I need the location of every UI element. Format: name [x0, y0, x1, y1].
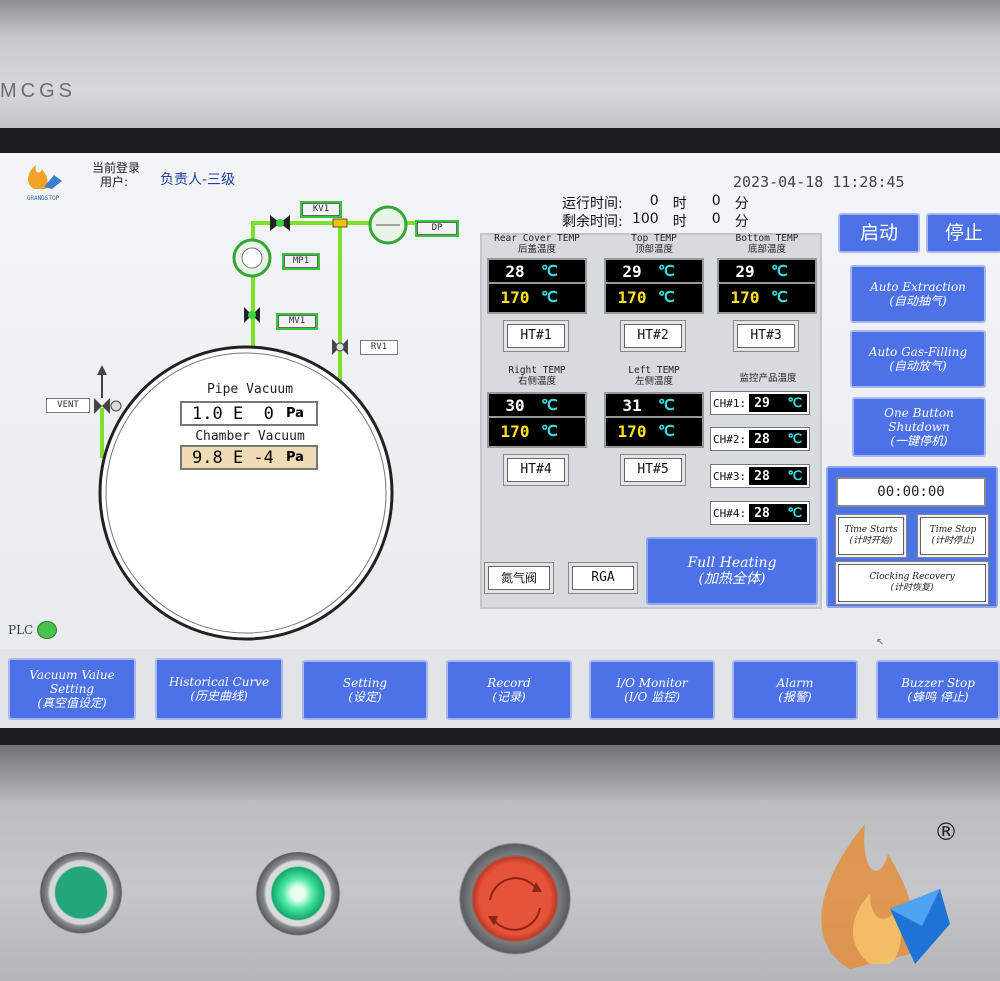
datetime: 2023-04-18 11:28:45 — [733, 173, 905, 191]
run-time-h-unit: 时 — [672, 196, 687, 212]
zone-rear-cover: Rear Cover TEMP 后盖温度 — [494, 233, 580, 255]
timer-display: 00:00:00 — [836, 477, 986, 507]
monitor-title: 监控产品温度 — [739, 373, 797, 384]
time-start-button[interactable]: Time Starts (计时开始) — [838, 517, 904, 555]
nav-io-monitor[interactable]: I/O Monitor (I/O 监控) — [589, 660, 715, 720]
ht5-button[interactable]: HT#5 — [624, 458, 682, 482]
nav-alarm[interactable]: Alarm (报警) — [732, 660, 858, 720]
zone-bottom-display: 29 ℃ 170 ℃ — [717, 258, 817, 314]
chamber-vacuum-display: 9.8 E -4 Pa — [180, 445, 318, 470]
pipe-vacuum-value: 1.0 E 0 — [192, 403, 274, 424]
logo-flame-icon — [28, 165, 62, 189]
channel-ch1: CH#1: 29 ℃ — [710, 391, 811, 415]
clocking-recovery-button[interactable]: Clocking Recovery (计时恢复) — [838, 564, 986, 602]
user-label: 用户: — [100, 175, 129, 189]
device-top-bezel — [0, 0, 1000, 130]
plc-label: PLC — [8, 623, 34, 637]
ht4-button[interactable]: HT#4 — [507, 458, 565, 482]
zone-rear-cover-display: 28 ℃ 170 ℃ — [487, 258, 587, 314]
channel-ch3: CH#3: 28 ℃ — [710, 464, 811, 488]
nav-record[interactable]: Record (记录) — [446, 660, 572, 720]
user-value[interactable]: 负责人-三级 — [160, 169, 235, 189]
valve-tag-rv1[interactable]: RV1 — [360, 340, 398, 355]
remain-time-m-unit: 分 — [734, 214, 749, 230]
nav-historical-curve[interactable]: Historical Curve (历史曲线) — [155, 658, 283, 720]
remain-time-hours: 100 — [631, 211, 659, 227]
ht1-button[interactable]: HT#1 — [507, 324, 565, 348]
auto-gas-filling-button[interactable]: Auto Gas-Filling (自动放气) — [850, 330, 986, 388]
pipe-vacuum-label: Pipe Vacuum — [206, 382, 294, 397]
nitrogen-valve-button[interactable]: 氮气阀 — [488, 566, 550, 590]
rga-button[interactable]: RGA — [572, 566, 634, 590]
run-time-m-unit: 分 — [734, 196, 749, 212]
nav-buzzer-stop[interactable]: Buzzer Stop (蜂鸣 停止) — [876, 660, 1000, 720]
device-ledge — [0, 745, 1000, 800]
nav-vacuum-value-setting[interactable]: Vacuum Value Setting (真空值设定) — [8, 658, 136, 720]
one-button-shutdown[interactable]: One Button Shutdown (一键停机) — [852, 397, 986, 457]
emergency-arrows-icon — [488, 877, 542, 931]
zone-right: Right TEMP 右侧温度 — [508, 365, 566, 387]
remain-time-h-unit: 时 — [672, 214, 687, 230]
zone-left-display: 31 ℃ 170 ℃ — [604, 392, 704, 448]
registered-mark: ® — [934, 818, 958, 846]
remain-time-label: 剩余时间: — [562, 214, 623, 230]
run-time-hours: 0 — [649, 193, 659, 209]
valve-tag-kv1[interactable]: KV1 — [300, 201, 342, 218]
full-heating-button[interactable]: Full Heating (加热全体) — [646, 537, 818, 605]
plc-status-icon — [37, 621, 57, 639]
pump-tag-dp[interactable]: DP — [415, 220, 459, 237]
nav-setting[interactable]: Setting (设定) — [302, 660, 428, 720]
run-time: 运行时间: 0 时 0 分 — [562, 193, 749, 213]
remain-time: 剩余时间: 100 时 0 分 — [562, 211, 749, 231]
run-time-minutes: 0 — [711, 193, 721, 209]
ht3-button[interactable]: HT#3 — [737, 324, 795, 348]
chamber-vacuum-value: 9.8 E -4 — [192, 447, 274, 468]
stop-button[interactable]: 停止 — [926, 213, 1000, 253]
zone-right-display: 30 ℃ 170 ℃ — [487, 392, 587, 448]
channel-ch2: CH#2: 28 ℃ — [710, 427, 811, 451]
zone-top: Top TEMP 顶部温度 — [631, 233, 677, 255]
channel-ch4: CH#4: 28 ℃ — [710, 501, 811, 525]
ht2-button[interactable]: HT#2 — [624, 324, 682, 348]
green-push-button-illuminated[interactable] — [252, 852, 344, 944]
zone-top-display: 29 ℃ 170 ℃ — [604, 258, 704, 314]
start-button[interactable]: 启动 — [838, 213, 920, 253]
valve-tag-vent[interactable]: VENT — [46, 398, 90, 413]
time-stop-button[interactable]: Time Stop (计时停止) — [920, 517, 986, 555]
emergency-stop-button[interactable] — [452, 842, 578, 968]
pipe-vacuum-display: 1.0 E 0 Pa — [180, 401, 318, 426]
chamber-vacuum-unit: Pa — [286, 450, 304, 465]
zone-bottom: Bottom TEMP 底部温度 — [735, 233, 799, 255]
run-time-label: 运行时间: — [562, 196, 623, 212]
brand-label: MCGS — [0, 80, 76, 102]
green-push-button-1[interactable] — [36, 852, 126, 942]
hmi-screen: GRANDSTOP 当前登录 用户: 负责人-三级 2023-04-18 11:… — [0, 153, 1000, 728]
pump-tag-mp1[interactable]: MP1 — [282, 253, 320, 270]
zone-left: Left TEMP 左侧温度 — [628, 365, 680, 387]
remain-time-minutes: 0 — [711, 211, 721, 227]
cursor-icon: ↖ — [876, 637, 885, 648]
valve-tag-mv1[interactable]: MV1 — [276, 313, 318, 330]
auto-extraction-button[interactable]: Auto Extraction (自动抽气) — [850, 265, 986, 323]
pipe-vacuum-unit: Pa — [286, 406, 304, 421]
chamber-vacuum-label: Chamber Vacuum — [195, 429, 305, 444]
